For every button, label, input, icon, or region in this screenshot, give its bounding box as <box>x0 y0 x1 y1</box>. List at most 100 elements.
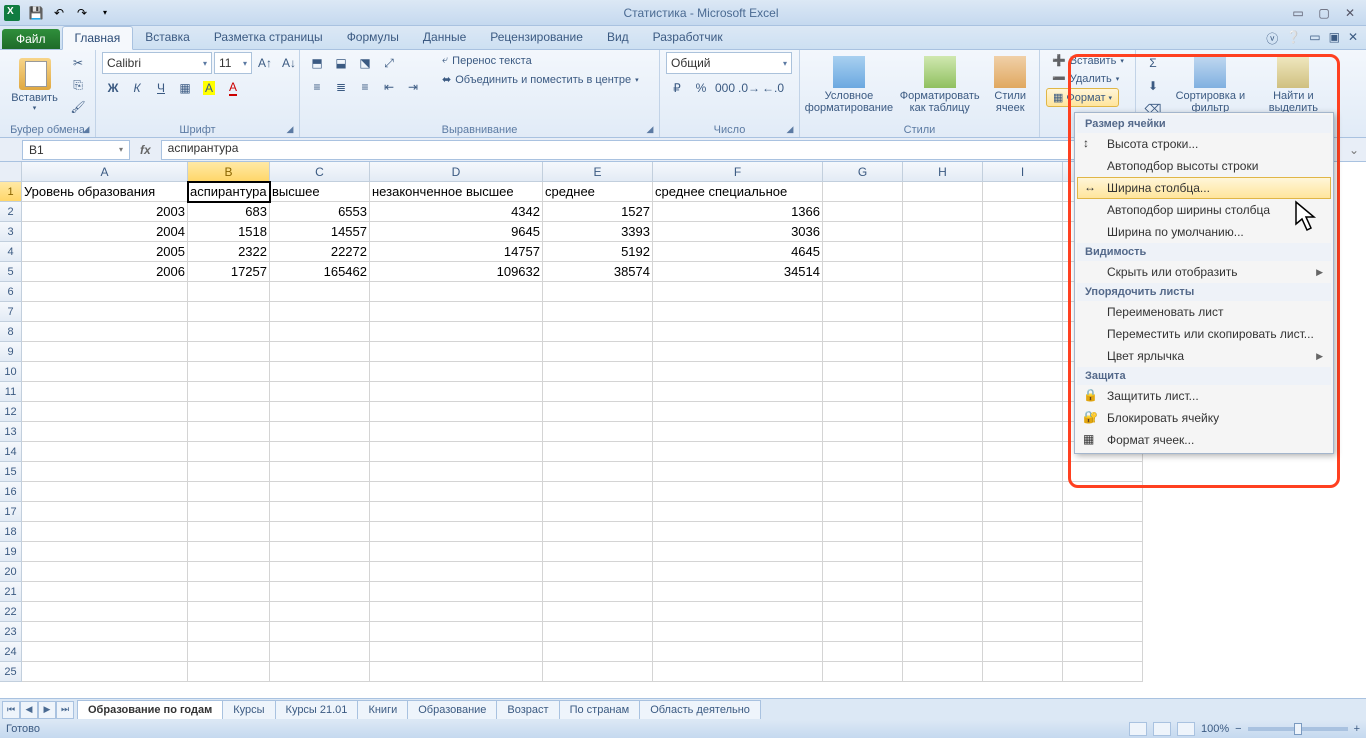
cell[interactable] <box>543 322 653 342</box>
cell[interactable] <box>188 282 270 302</box>
cell[interactable]: 5192 <box>543 242 653 262</box>
sheet-tab[interactable]: Курсы 21.01 <box>275 700 359 719</box>
cell[interactable] <box>22 442 188 462</box>
cell[interactable] <box>983 502 1063 522</box>
zoom-level[interactable]: 100% <box>1201 723 1229 735</box>
cell[interactable] <box>1063 622 1143 642</box>
cell[interactable]: 165462 <box>270 262 370 282</box>
cell[interactable] <box>188 482 270 502</box>
cell[interactable] <box>188 502 270 522</box>
cell[interactable] <box>653 442 823 462</box>
cell[interactable]: 4645 <box>653 242 823 262</box>
tab-вид[interactable]: Вид <box>595 26 641 49</box>
cell[interactable] <box>370 422 543 442</box>
sheet-tab[interactable]: Образование по годам <box>77 700 223 719</box>
cell[interactable] <box>983 442 1063 462</box>
cell[interactable]: аспирантура <box>188 182 270 202</box>
row-header[interactable]: 21 <box>0 582 22 602</box>
cell[interactable] <box>22 582 188 602</box>
cell[interactable] <box>823 362 903 382</box>
cell[interactable]: 2322 <box>188 242 270 262</box>
cell[interactable] <box>543 402 653 422</box>
cell[interactable]: 2006 <box>22 262 188 282</box>
currency-icon[interactable]: ₽ <box>666 77 688 99</box>
row-header[interactable]: 23 <box>0 622 22 642</box>
cell[interactable] <box>653 542 823 562</box>
shrink-font-icon[interactable]: A↓ <box>278 52 300 74</box>
number-format-combo[interactable]: Общий▾ <box>666 52 792 74</box>
cell[interactable] <box>188 302 270 322</box>
tab-рецензирование[interactable]: Рецензирование <box>478 26 595 49</box>
cell[interactable]: 6553 <box>270 202 370 222</box>
cell[interactable] <box>983 622 1063 642</box>
cell[interactable] <box>903 662 983 682</box>
row-header[interactable]: 2 <box>0 202 22 222</box>
fill-icon[interactable]: ⬇ <box>1142 75 1164 97</box>
orientation-icon[interactable]: ⤢ <box>378 52 400 74</box>
cell[interactable] <box>270 282 370 302</box>
font-color-icon[interactable]: A <box>222 77 244 99</box>
cell[interactable] <box>983 482 1063 502</box>
menu-column-width[interactable]: ↔Ширина столбца... <box>1077 177 1331 199</box>
col-header-F[interactable]: F <box>653 162 823 182</box>
cell[interactable] <box>188 462 270 482</box>
paste-button[interactable]: Вставить ▾ <box>6 52 63 118</box>
app-close-icon[interactable]: ✕ <box>1348 30 1358 47</box>
cell[interactable] <box>370 362 543 382</box>
cell[interactable] <box>270 662 370 682</box>
cell[interactable] <box>188 522 270 542</box>
cell[interactable] <box>270 562 370 582</box>
cell[interactable] <box>188 662 270 682</box>
cell[interactable] <box>653 662 823 682</box>
cell[interactable] <box>903 522 983 542</box>
sheet-tab[interactable]: Курсы <box>222 700 275 719</box>
cell[interactable] <box>543 302 653 322</box>
cut-icon[interactable]: ✂ <box>67 52 89 74</box>
cell[interactable] <box>543 482 653 502</box>
cell[interactable] <box>22 402 188 422</box>
cell[interactable] <box>370 382 543 402</box>
cell[interactable] <box>543 622 653 642</box>
cell[interactable] <box>903 442 983 462</box>
menu-lock-cell[interactable]: 🔐Блокировать ячейку <box>1077 407 1331 429</box>
cell[interactable] <box>1063 502 1143 522</box>
cell[interactable] <box>653 362 823 382</box>
row-header[interactable]: 20 <box>0 562 22 582</box>
cell[interactable] <box>823 222 903 242</box>
cell[interactable] <box>22 362 188 382</box>
cell[interactable] <box>543 522 653 542</box>
tab-главная[interactable]: Главная <box>62 26 134 50</box>
cell[interactable] <box>903 462 983 482</box>
cell[interactable] <box>543 602 653 622</box>
cell[interactable] <box>903 382 983 402</box>
cell[interactable] <box>653 482 823 502</box>
zoom-in-icon[interactable]: + <box>1354 723 1360 735</box>
col-header-G[interactable]: G <box>823 162 903 182</box>
cell[interactable] <box>653 502 823 522</box>
cell[interactable] <box>983 222 1063 242</box>
cell[interactable]: 1518 <box>188 222 270 242</box>
normal-view-icon[interactable] <box>1129 722 1147 736</box>
row-header[interactable]: 1 <box>0 182 22 202</box>
cell[interactable] <box>823 402 903 422</box>
redo-icon[interactable]: ↷ <box>71 2 93 24</box>
cell[interactable] <box>983 402 1063 422</box>
row-header[interactable]: 12 <box>0 402 22 422</box>
border-icon[interactable]: ▦ <box>174 77 196 99</box>
cell[interactable] <box>543 562 653 582</box>
minimize-icon[interactable]: ▭ <box>1286 4 1310 22</box>
find-select-button[interactable]: Найти и выделить <box>1257 52 1330 118</box>
cell[interactable]: незаконченное высшее <box>370 182 543 202</box>
sheet-tab[interactable]: По странам <box>559 700 641 719</box>
select-all-corner[interactable] <box>0 162 22 182</box>
cell[interactable] <box>983 562 1063 582</box>
row-header[interactable]: 9 <box>0 342 22 362</box>
cell[interactable]: Уровень образования <box>22 182 188 202</box>
cell[interactable] <box>653 382 823 402</box>
cell[interactable] <box>903 622 983 642</box>
col-header-A[interactable]: A <box>22 162 188 182</box>
cell-styles-button[interactable]: Стили ячеек <box>987 52 1033 118</box>
font-size-combo[interactable]: 11▾ <box>214 52 252 74</box>
cell[interactable] <box>823 422 903 442</box>
cell[interactable] <box>270 402 370 422</box>
